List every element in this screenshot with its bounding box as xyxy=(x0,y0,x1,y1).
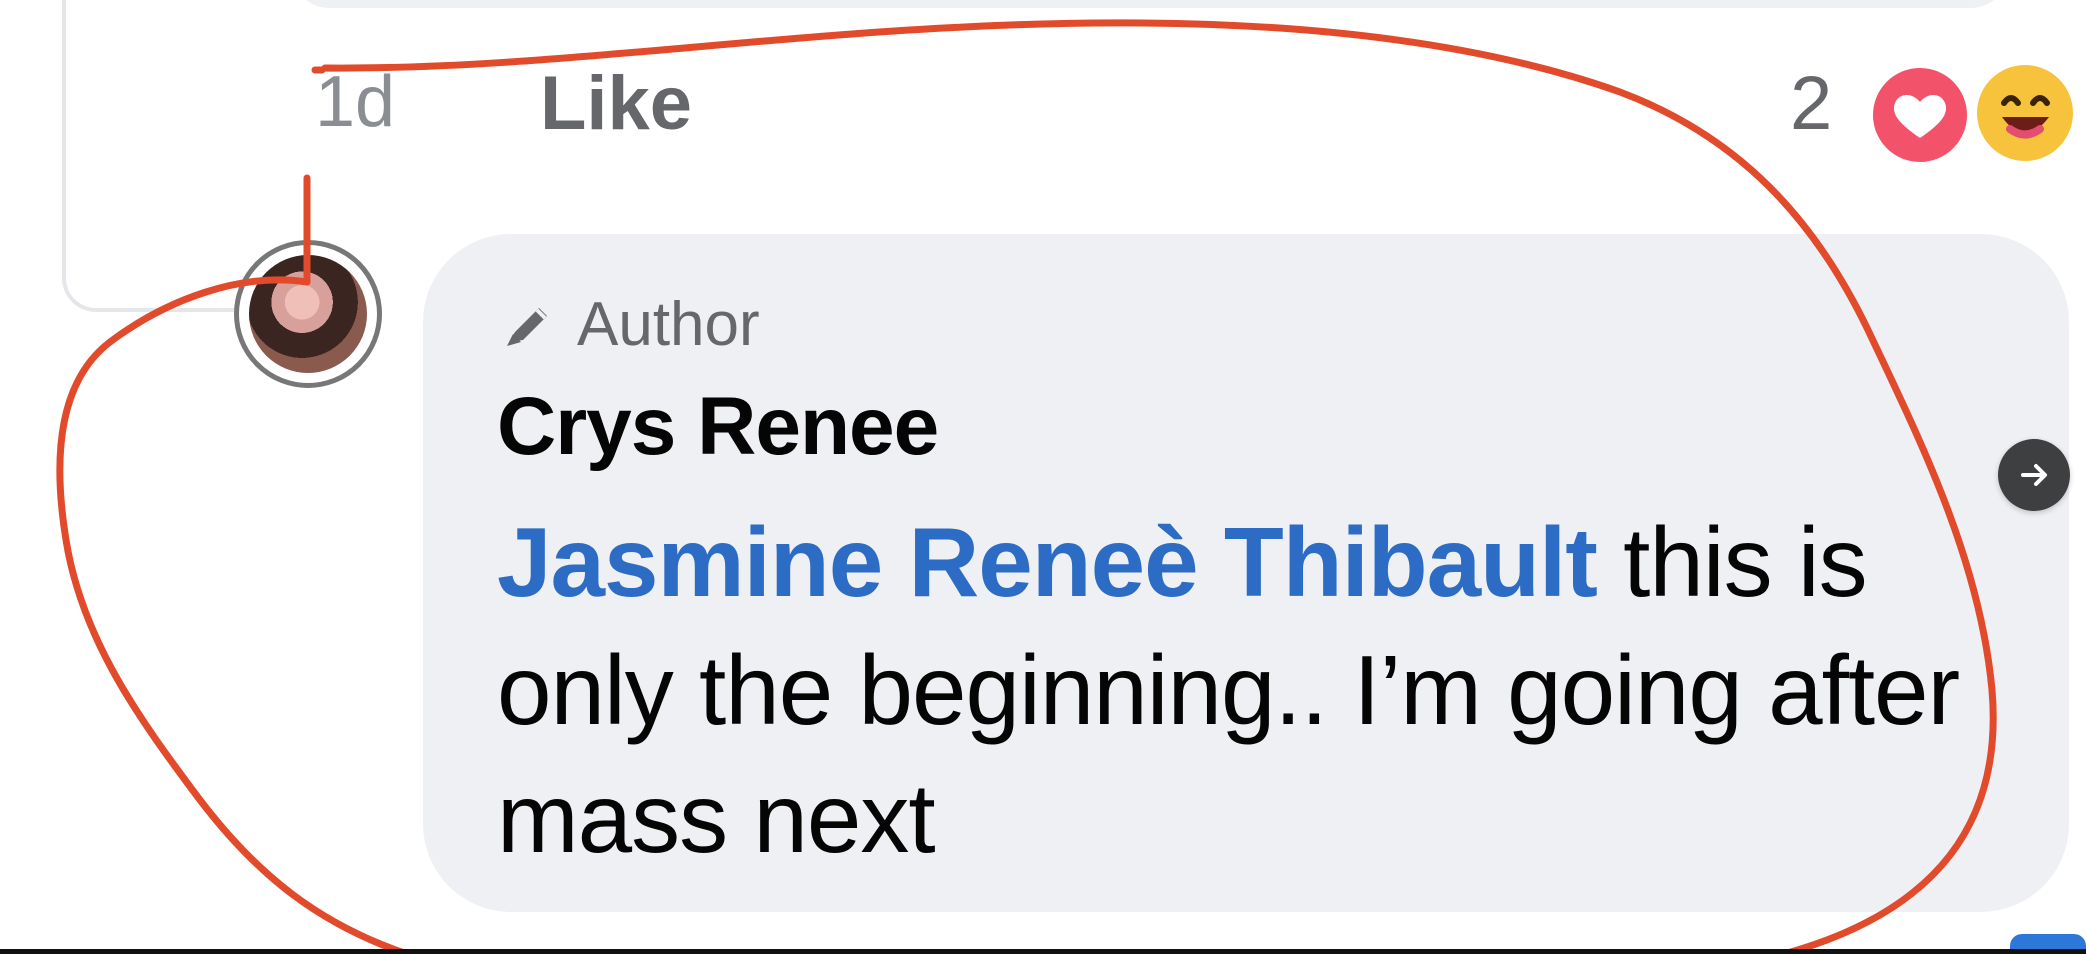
author-badge: Author xyxy=(497,290,760,359)
haha-icon[interactable] xyxy=(1972,60,2078,166)
reaction-count[interactable]: 2 xyxy=(1790,66,1832,142)
author-label: Author xyxy=(577,289,760,359)
comment-text: Jasmine Reneè Thibault this is only the … xyxy=(497,498,1977,882)
comment-time[interactable]: 1d xyxy=(315,66,395,138)
commenter-name[interactable]: Crys Renee xyxy=(497,380,939,474)
heart-icon[interactable] xyxy=(1868,63,1972,167)
comment-thread-line xyxy=(62,0,236,312)
profile-photo xyxy=(249,255,367,373)
previous-comment-bubble xyxy=(290,0,2010,8)
arrow-right-icon xyxy=(2021,464,2047,486)
like-button[interactable]: Like xyxy=(540,66,692,142)
next-button[interactable] xyxy=(1998,439,2070,511)
mention-link[interactable]: Jasmine Reneè Thibault xyxy=(497,507,1598,617)
bottom-bar xyxy=(0,949,2086,954)
pen-icon xyxy=(507,308,547,346)
avatar[interactable] xyxy=(234,240,382,388)
